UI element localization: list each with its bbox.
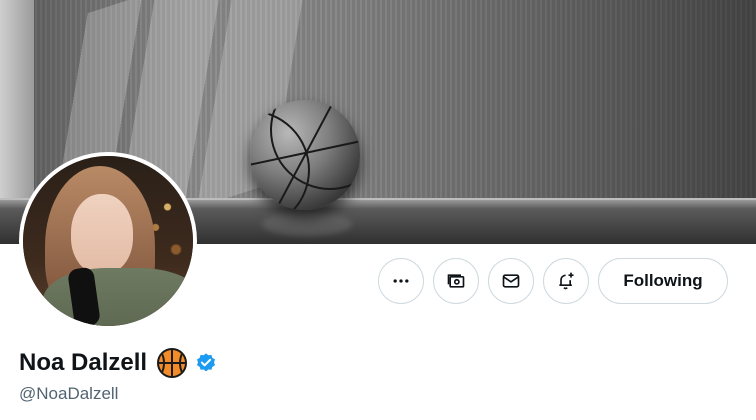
mail-icon [502, 274, 520, 288]
subscribe-button[interactable] [433, 258, 479, 304]
profile-handle: @NoaDalzell [19, 384, 119, 403]
avatar[interactable] [19, 152, 197, 330]
bell-plus-icon [559, 272, 574, 290]
basketball-emoji-icon [157, 348, 188, 378]
verified-icon[interactable] [195, 352, 217, 374]
basketball-image [250, 100, 360, 210]
display-name: Noa Dalzell [19, 349, 148, 376]
monetization-icon [447, 274, 465, 288]
avatar-shirt [43, 268, 193, 326]
more-button[interactable] [378, 258, 424, 304]
profile-name-row: Noa Dalzell [19, 346, 217, 380]
more-horizontal-icon [393, 279, 409, 283]
following-button[interactable]: Following [598, 258, 728, 304]
notifications-button[interactable] [543, 258, 589, 304]
avatar-face [71, 194, 133, 274]
message-button[interactable] [488, 258, 534, 304]
basketball-reflection [262, 212, 352, 236]
